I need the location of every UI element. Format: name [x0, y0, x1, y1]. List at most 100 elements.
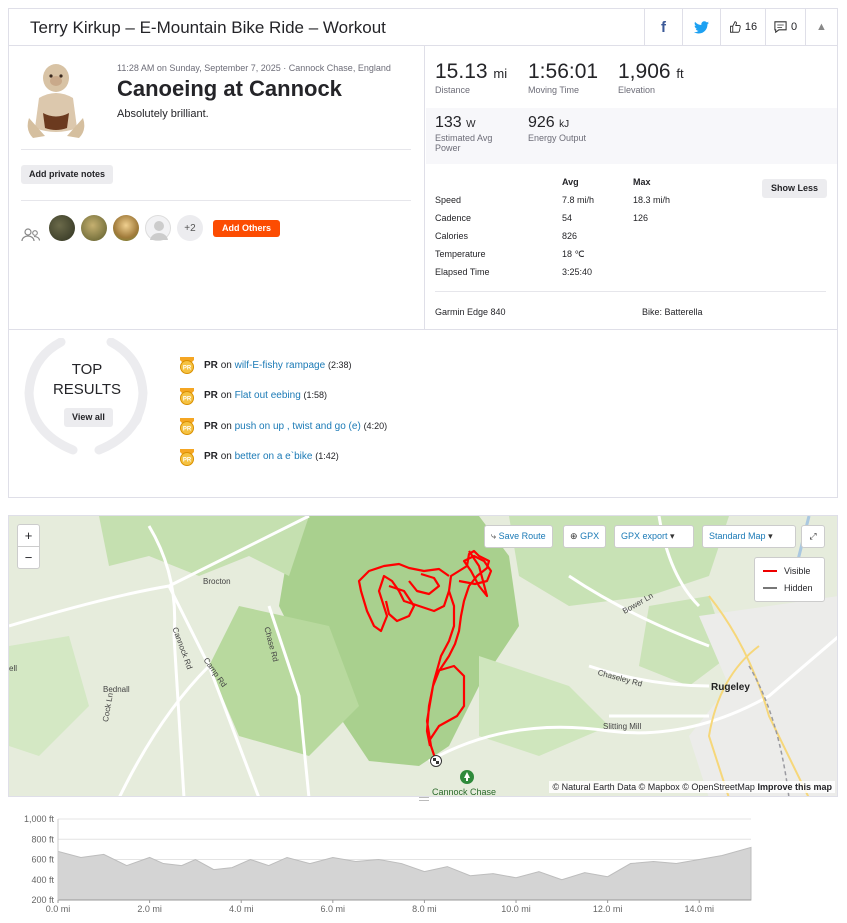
place-label: Brocton — [203, 577, 231, 586]
member-avatar[interactable] — [49, 215, 75, 241]
map-style-label: Standard Map — [709, 531, 766, 541]
segment-time: (1:42) — [315, 451, 339, 462]
park-icon — [460, 770, 474, 784]
add-private-notes-button[interactable]: Add private notes — [21, 165, 114, 184]
map-attribution: © Natural Earth Data © Mapbox © OpenStre… — [549, 781, 835, 793]
view-all-button[interactable]: View all — [64, 408, 113, 427]
caret-down-icon: ▾ — [768, 531, 773, 541]
show-less-button[interactable]: Show Less — [762, 179, 828, 198]
group-icon — [21, 228, 41, 242]
pr-label: PR — [204, 390, 218, 402]
x-tick-label: 6.0 mi — [321, 904, 346, 914]
pr-on: on — [220, 451, 232, 463]
athlete-avatar[interactable] — [21, 58, 91, 144]
elevation-value: 1,906 — [618, 60, 671, 83]
pr-label: PR — [204, 451, 218, 463]
power-unit: W — [466, 119, 476, 130]
elevation-stat: 1,906 ft Elevation — [609, 46, 729, 108]
power-label: Estimated Avg Power — [435, 133, 493, 153]
moving-time-stat: 1:56:01 Moving Time — [519, 46, 609, 108]
top-results: TOP RESULTS View all PR PR on wilf-E-fish… — [9, 329, 837, 497]
finish-flag-icon — [430, 755, 442, 767]
max-header: Max — [633, 177, 651, 187]
divider — [435, 291, 826, 292]
divider — [21, 149, 411, 150]
pr-item: PR PR on wilf-E-fishy rampage (2:38) — [177, 350, 387, 381]
distance-label: Distance — [435, 85, 471, 95]
y-tick-label: 800 ft — [31, 834, 54, 844]
divider — [21, 200, 411, 201]
gpx-export-dropdown[interactable]: GPX export ▾ — [614, 525, 694, 548]
activity-card: Terry Kirkup – E-Mountain Bike Ride – Wo… — [8, 8, 838, 498]
stat-avg: 18 ℃ — [562, 249, 585, 259]
segment-link[interactable]: wilf-E-fishy rampage — [235, 360, 326, 371]
stat-avg: 3:25:40 — [562, 267, 593, 277]
kudos-button[interactable]: 16 — [720, 9, 765, 45]
hidden-swatch — [763, 587, 777, 589]
activity-stats: 15.13 mi Distance 1:56:01 Moving Time 1,… — [426, 46, 837, 329]
visible-swatch — [763, 570, 777, 572]
energy-stat: 926 kJ Energy Output — [519, 108, 639, 164]
stat-label: Cadence — [435, 213, 472, 223]
segment-link[interactable]: Flat out eebing — [235, 390, 301, 401]
energy-unit: kJ — [559, 119, 570, 130]
segment-time: (2:38) — [327, 359, 352, 370]
segment-time: (4:20) — [363, 420, 388, 431]
fullscreen-button[interactable]: ⤢ — [801, 525, 825, 548]
resize-handle[interactable] — [419, 797, 429, 801]
distance-value: 15.13 — [435, 60, 488, 83]
collapse-button[interactable]: ▲ — [805, 9, 837, 45]
town-label: Rugeley — [711, 682, 750, 693]
energy-label: Energy Output — [528, 133, 587, 143]
comment-count: 0 — [790, 21, 798, 33]
comment-icon — [774, 21, 787, 33]
pr-label: PR — [204, 420, 218, 432]
route-map[interactable]: Brocton Cannock Rd Chase Rd Camp Rd Bedn… — [8, 515, 838, 797]
legend-hidden-label: Hidden — [784, 583, 813, 593]
facebook-share-button[interactable]: f — [644, 9, 682, 45]
pr-on: on — [220, 390, 232, 402]
map-style-dropdown[interactable]: Standard Map ▾ — [702, 525, 796, 548]
twitter-icon — [694, 20, 709, 33]
member-avatar[interactable] — [145, 215, 171, 241]
pr-medal-icon: PR — [180, 448, 194, 466]
zoom-in-button[interactable]: + — [18, 525, 39, 547]
x-tick-label: 12.0 mi — [593, 904, 623, 914]
stat-label: Elapsed Time — [435, 267, 490, 277]
segment-link[interactable]: better on a e`bike — [235, 451, 313, 462]
attribution-text: © Natural Earth Data © Mapbox © OpenStre… — [552, 782, 755, 792]
twitter-share-button[interactable] — [682, 9, 720, 45]
add-others-button[interactable]: Add Others — [213, 219, 281, 237]
power-stat: 133 W Estimated Avg Power — [426, 108, 519, 164]
pr-on: on — [220, 359, 232, 371]
y-tick-label: 400 ft — [31, 875, 54, 885]
park-label: Cannock Chase — [432, 787, 497, 797]
caret-down-icon: ▾ — [670, 531, 675, 541]
stat-label: Temperature — [435, 249, 486, 259]
moving-time-label: Moving Time — [528, 85, 580, 95]
stat-label: Speed — [435, 195, 462, 205]
pr-medal-icon: PR — [180, 418, 194, 436]
elevation-unit: ft — [676, 66, 684, 81]
elevation-chart: 1,000 ft800 ft600 ft400 ft200 ft0.0 mi 2.… — [24, 814, 752, 914]
pr-item: PR PR on Flat out eebing (1:58) — [177, 381, 387, 412]
activity-meta: 11:28 AM on Sunday, September 7, 2025 · … — [117, 63, 391, 73]
member-avatar[interactable] — [113, 215, 139, 241]
zoom-out-button[interactable]: − — [18, 547, 39, 569]
comments-button[interactable]: 0 — [765, 9, 805, 45]
distance-stat: 15.13 mi Distance — [426, 46, 519, 108]
map-legend: Visible Hidden — [754, 557, 825, 602]
improve-map-link[interactable]: Improve this map — [757, 782, 832, 792]
segment-link[interactable]: push on up , twist and go (e) — [235, 421, 361, 432]
stat-avg: 7.8 mi/h — [562, 195, 595, 205]
expand-icon: ⤢ — [809, 531, 817, 541]
save-route-label: Save Route — [498, 531, 546, 541]
save-route-button[interactable]: ⤷ Save Route — [484, 525, 553, 548]
svg-text:PR: PR — [183, 457, 192, 463]
more-members-badge[interactable]: +2 — [177, 215, 203, 241]
gpx-button[interactable]: ⊕ GPX — [563, 525, 607, 548]
kudos-count: 16 — [744, 21, 758, 33]
member-avatar[interactable] — [81, 215, 107, 241]
stat-avg: 826 — [562, 231, 578, 241]
facebook-icon: f — [661, 18, 666, 36]
